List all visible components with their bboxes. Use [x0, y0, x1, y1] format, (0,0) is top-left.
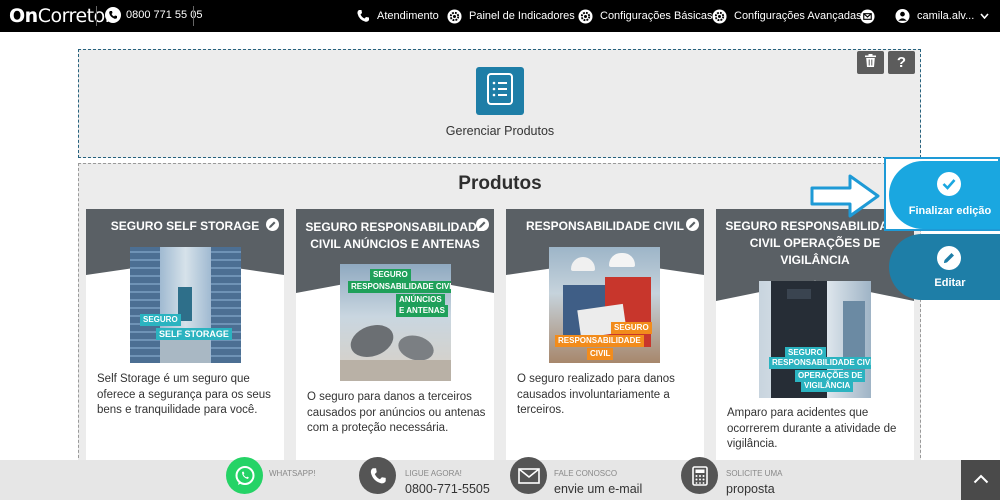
edit-icon[interactable]	[686, 218, 699, 231]
image-tag: RESPONSABILIDADE CIVIL	[769, 357, 871, 369]
gear-icon	[578, 8, 593, 24]
card-title: SEGURO SELF STORAGE	[110, 219, 260, 233]
list-icon	[487, 72, 513, 110]
product-image: SEGURO RESPONSABILIDADE CIVIL ANÚNCIOS E…	[340, 264, 451, 381]
phone-icon	[105, 7, 121, 23]
product-card[interactable]: SEGURO SELF STORAGE SEGURO SELF STORAGE …	[86, 209, 284, 464]
nav-atendimento[interactable]: Atendimento	[355, 0, 439, 32]
product-image: SEGURO RESPONSABILIDADE CIVIL	[549, 247, 660, 363]
product-card[interactable]: SEGURO RESPONSABILIDADE CIVIL ANÚNCIOS E…	[296, 209, 494, 464]
image-tag: SEGURO	[611, 322, 652, 334]
edit-label: Editar	[934, 277, 966, 289]
finish-edit-label: Finalizar edição	[908, 205, 992, 217]
scroll-top-button[interactable]	[961, 460, 1000, 500]
user-menu[interactable]: camila.alv...	[895, 0, 989, 32]
edit-icon[interactable]	[266, 218, 279, 231]
nav-label: Painel de Indicadores	[469, 10, 575, 22]
footer-label: SOLICITE UMA	[726, 469, 783, 478]
footer-label: WHATSAPP!	[269, 469, 316, 478]
card-description: Amparo para acidentes que ocorrerem dura…	[727, 407, 897, 450]
card-title: SEGURO RESPONSABILIDADE CIVIL OPERAÇÕES …	[725, 219, 905, 267]
user-icon	[895, 8, 910, 24]
chevron-up-icon	[973, 471, 989, 489]
image-tag: E ANTENAS	[396, 305, 448, 317]
mail-icon[interactable]	[510, 457, 547, 494]
image-tag: RESPONSABILIDADE CIVIL	[348, 281, 451, 293]
footer-label: LIGUE AGORA!	[405, 469, 462, 478]
nav-label: Configurações Básicas	[600, 10, 713, 22]
nav-painel-indicadores[interactable]: Painel de Indicadores	[447, 0, 575, 32]
chevron-down-icon	[980, 10, 989, 22]
footer-email[interactable]: envie um e-mail	[554, 482, 642, 496]
gear-icon	[447, 8, 462, 24]
card-description: O seguro realizado para danos causados i…	[517, 373, 675, 416]
footer-bar	[0, 460, 1000, 500]
help-icon: ?	[896, 54, 907, 71]
nav-label: Atendimento	[377, 10, 439, 22]
calculator-icon[interactable]	[681, 457, 718, 494]
image-tag: SEGURO	[140, 314, 181, 326]
edit-icon[interactable]	[476, 218, 489, 231]
product-card[interactable]: SEGURO RESPONSABILIDADE CIVIL OPERAÇÕES …	[716, 209, 914, 464]
divider	[96, 6, 97, 26]
support-phone: 0800 771 55 05	[126, 9, 203, 21]
product-image: SEGURO RESPONSABILIDADE CIVIL OPERAÇÕES …	[759, 281, 871, 398]
top-bar: OnCorretor 0800 771 55 05 Atendimento Pa…	[0, 0, 1000, 32]
nav-messages[interactable]	[860, 0, 882, 32]
whatsapp-icon[interactable]	[226, 457, 263, 494]
arrow-right-icon	[810, 173, 882, 224]
trash-icon	[865, 54, 876, 71]
manage-products-label[interactable]: Gerenciar Produtos	[400, 124, 600, 138]
check-icon	[937, 172, 961, 196]
product-card[interactable]: RESPONSABILIDADE CIVIL SEGURO RESPONSABI…	[506, 209, 704, 464]
divider	[193, 6, 194, 26]
help-button[interactable]: ?	[888, 51, 915, 74]
nav-configuracoes-avancadas[interactable]: Configurações Avançadas	[712, 0, 862, 32]
gear-icon	[712, 8, 727, 24]
card-title: SEGURO RESPONSABILIDADE CIVIL ANÚNCIOS E…	[305, 220, 485, 251]
nav-configuracoes-basicas[interactable]: Configurações Básicas	[578, 0, 713, 32]
footer-phone[interactable]: 0800-771-5505	[405, 482, 490, 496]
footer-label: FALE CONOSCO	[554, 469, 618, 478]
section-title: Produtos	[458, 173, 542, 194]
pencil-icon	[937, 246, 961, 270]
card-title: RESPONSABILIDADE CIVIL	[525, 219, 684, 233]
card-description: O seguro para danos a terceiros causados…	[307, 391, 486, 434]
delete-button[interactable]	[857, 51, 884, 74]
manage-products-button[interactable]	[476, 67, 524, 115]
image-tag: RESPONSABILIDADE	[555, 335, 644, 347]
user-name: camila.alv...	[917, 10, 975, 22]
phone-icon	[355, 9, 370, 24]
image-tag: SELF STORAGE	[156, 328, 232, 340]
image-tag: SEGURO	[370, 269, 411, 281]
product-image: SEGURO SELF STORAGE	[130, 247, 241, 363]
mail-icon	[860, 8, 875, 24]
nav-label: Configurações Avançadas	[734, 10, 862, 22]
card-description: Self Storage é um seguro que oferece a s…	[97, 373, 271, 416]
phone-icon[interactable]	[359, 457, 396, 494]
image-tag: CIVIL	[587, 348, 614, 360]
footer-quote[interactable]: proposta	[726, 482, 775, 496]
image-tag: VIGILÂNCIA	[801, 380, 854, 392]
